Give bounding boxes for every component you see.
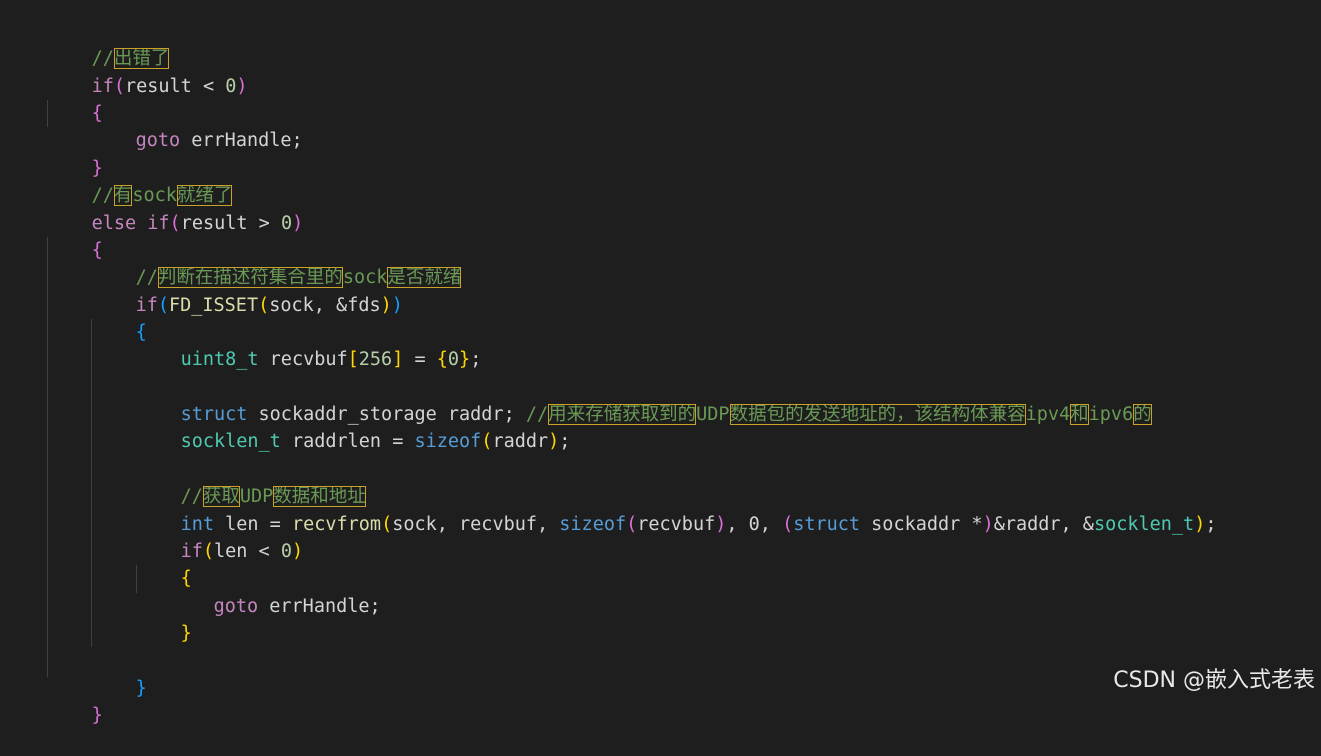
paren: ( — [113, 76, 125, 97]
paren: ) — [292, 213, 304, 234]
arguments: , 0, — [726, 514, 783, 535]
code-line-comment: //判断在描述符集合里的sock是否就绪 — [91, 237, 462, 288]
number: 256 — [358, 349, 393, 370]
code-line-if: if(FD_ISSET(sock, &fds)) — [91, 265, 403, 316]
paren: ( — [782, 514, 794, 535]
arguments: sock, recvbuf, — [392, 514, 560, 535]
code-line-brace: { — [91, 292, 147, 343]
code-line-brace: { — [136, 538, 192, 589]
operator: = — [403, 349, 437, 370]
type-name: uint8_t — [180, 349, 259, 370]
goto-label: errHandle; — [180, 130, 303, 151]
code-line-goto: goto errHandle; — [169, 566, 381, 617]
code-line-brace: } — [136, 593, 192, 644]
paren: ( — [157, 295, 169, 316]
paren: ) — [715, 514, 727, 535]
paren: ( — [202, 541, 214, 562]
arguments: sock, &fds — [269, 295, 381, 316]
comment-text: 的 — [1133, 404, 1152, 425]
type-name: socklen_t — [180, 431, 281, 452]
variable: len — [213, 541, 248, 562]
paren: ) — [380, 295, 392, 316]
keyword-sizeof: sizeof — [414, 431, 482, 452]
function-name: FD_ISSET — [168, 295, 259, 316]
arguments: &raddr, & — [993, 514, 1094, 535]
code-line-comment: //有sock就绪了 — [47, 155, 233, 206]
cast-type: sockaddr * — [860, 514, 983, 535]
paren: ) — [391, 295, 403, 316]
code-line-brace: } — [91, 648, 147, 699]
variable: result — [180, 213, 248, 234]
brace-close: } — [135, 678, 147, 699]
code-line-call: int len = recvfrom(sock, recvbuf, sizeof… — [136, 484, 1217, 535]
paren: ( — [258, 295, 270, 316]
paren: ) — [1194, 514, 1206, 535]
code-line-comment: //获取UDP数据和地址 — [136, 456, 366, 507]
number: 0 — [280, 541, 292, 562]
keyword-goto: goto — [135, 130, 181, 151]
number: 0 — [225, 76, 237, 97]
keyword-goto: goto — [213, 596, 259, 617]
variable: recvbuf — [258, 349, 348, 370]
indent-guide — [47, 237, 48, 677]
bracket: [ — [347, 349, 359, 370]
code-line-if: if(result < 0) — [47, 46, 248, 97]
comment-text: UDP — [696, 404, 730, 425]
number: 0 — [280, 213, 293, 234]
operator: > — [247, 213, 281, 234]
paren: ) — [548, 431, 560, 452]
code-line-decl: uint8_t recvbuf[256] = {0}; — [136, 319, 482, 370]
type-name: socklen_t — [1093, 514, 1195, 535]
code-line-elseif: else if(result > 0) — [47, 183, 304, 234]
code-line-decl: struct sockaddr_storage raddr; //用来存储获取到… — [136, 374, 1152, 425]
paren: ) — [291, 541, 304, 562]
keyword-sizeof: sizeof — [559, 514, 627, 535]
paren: ( — [169, 213, 181, 234]
comment-text: ipv6 — [1088, 404, 1134, 425]
comment-text: ipv4 — [1025, 404, 1071, 425]
paren: ) — [982, 514, 994, 535]
code-line-brace: } — [47, 128, 103, 179]
semicolon: ; — [1205, 514, 1217, 535]
paren: ( — [481, 431, 493, 452]
watermark: CSDN @嵌入式老表 — [1113, 668, 1315, 693]
paren: ) — [236, 76, 248, 97]
code-line-decl: socklen_t raddrlen = sizeof(raddr); — [136, 401, 571, 452]
declaration: raddrlen = — [280, 431, 415, 452]
code-line-brace: } — [47, 675, 103, 726]
brace-open: { — [436, 349, 448, 370]
comment-text: 数据包的发送地址的，该结构体兼容 — [729, 404, 1026, 425]
operator: < — [247, 541, 281, 562]
variable: result — [124, 76, 192, 97]
variable: raddr — [492, 431, 549, 452]
code-line-if: if(len < 0) — [136, 511, 304, 562]
brace-close: } — [91, 705, 103, 726]
keyword-struct: struct — [793, 514, 861, 535]
comment-text: 和 — [1070, 404, 1089, 425]
paren: ( — [626, 514, 638, 535]
code-line-comment: //出错了 — [47, 18, 170, 69]
code-editor[interactable]: //出错了 if(result < 0) { goto errHandle; }… — [0, 0, 1321, 726]
code-line-brace: { — [47, 73, 103, 124]
code-line-goto: goto errHandle; — [91, 100, 303, 151]
function-name: recvfrom — [291, 514, 382, 535]
goto-label: errHandle; — [258, 596, 381, 617]
brace-close: } — [459, 349, 471, 370]
number: 0 — [447, 349, 460, 370]
keyword-if: if — [147, 213, 170, 234]
bracket: ] — [392, 349, 404, 370]
brace-close: } — [180, 623, 192, 644]
semicolon: ; — [470, 349, 482, 370]
operator: < — [191, 76, 226, 97]
variable: recvbuf — [637, 514, 716, 535]
code-line-brace: { — [47, 210, 103, 261]
semicolon: ; — [559, 431, 571, 452]
paren: ( — [381, 514, 393, 535]
